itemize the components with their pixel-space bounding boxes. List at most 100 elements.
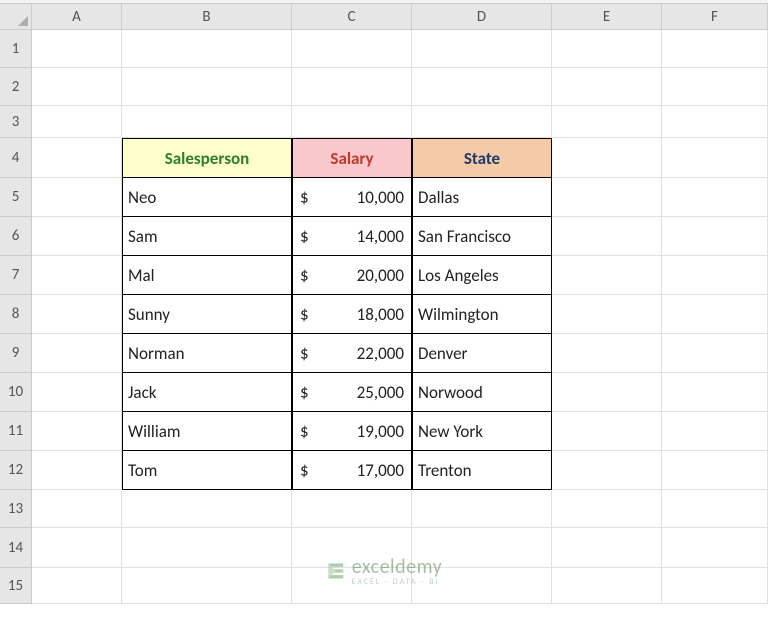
col-header-D[interactable]: D [412, 4, 552, 30]
cell-salary-10[interactable]: $25,000 [292, 373, 412, 412]
cell-F1[interactable] [662, 30, 768, 68]
cell-D14[interactable] [412, 528, 552, 568]
cell-salesperson-10[interactable]: Jack [122, 373, 292, 412]
cell-A13[interactable] [32, 490, 122, 528]
cell-B3[interactable] [122, 106, 292, 138]
cell-salesperson-12[interactable]: Tom [122, 451, 292, 490]
cell-F5[interactable] [662, 178, 768, 217]
cell-A7[interactable] [32, 256, 122, 295]
cell-E14[interactable] [552, 528, 662, 568]
cell-E12[interactable] [552, 451, 662, 490]
row-header-5[interactable]: 5 [0, 178, 32, 217]
row-header-4[interactable]: 4 [0, 138, 32, 178]
cell-state-11[interactable]: New York [412, 412, 552, 451]
cell-salesperson-11[interactable]: William [122, 412, 292, 451]
cell-A3[interactable] [32, 106, 122, 138]
cell-D1[interactable] [412, 30, 552, 68]
cell-D3[interactable] [412, 106, 552, 138]
row-header-11[interactable]: 11 [0, 412, 32, 451]
row-header-8[interactable]: 8 [0, 295, 32, 334]
row-header-7[interactable]: 7 [0, 256, 32, 295]
cell-E1[interactable] [552, 30, 662, 68]
cell-B13[interactable] [122, 490, 292, 528]
col-header-F[interactable]: F [662, 4, 768, 30]
cell-B1[interactable] [122, 30, 292, 68]
col-header-E[interactable]: E [552, 4, 662, 30]
cell-state-7[interactable]: Los Angeles [412, 256, 552, 295]
cell-A11[interactable] [32, 412, 122, 451]
cell-E4[interactable] [552, 138, 662, 178]
cell-C1[interactable] [292, 30, 412, 68]
cell-F12[interactable] [662, 451, 768, 490]
cell-E8[interactable] [552, 295, 662, 334]
cell-C14[interactable] [292, 528, 412, 568]
cell-salesperson-5[interactable]: Neo [122, 178, 292, 217]
cell-F15[interactable] [662, 568, 768, 604]
cell-F14[interactable] [662, 528, 768, 568]
cell-C2[interactable] [292, 68, 412, 106]
cell-E5[interactable] [552, 178, 662, 217]
cell-F7[interactable] [662, 256, 768, 295]
cell-salary-5[interactable]: $10,000 [292, 178, 412, 217]
cell-salary-11[interactable]: $19,000 [292, 412, 412, 451]
row-header-12[interactable]: 12 [0, 451, 32, 490]
cell-salary-7[interactable]: $20,000 [292, 256, 412, 295]
cell-E9[interactable] [552, 334, 662, 373]
row-header-2[interactable]: 2 [0, 68, 32, 106]
cell-state-12[interactable]: Trenton [412, 451, 552, 490]
cell-A2[interactable] [32, 68, 122, 106]
cell-F6[interactable] [662, 217, 768, 256]
col-header-C[interactable]: C [292, 4, 412, 30]
cell-E2[interactable] [552, 68, 662, 106]
cell-A6[interactable] [32, 217, 122, 256]
cell-C3[interactable] [292, 106, 412, 138]
cell-state-6[interactable]: San Francisco [412, 217, 552, 256]
cell-A1[interactable] [32, 30, 122, 68]
row-header-1[interactable]: 1 [0, 30, 32, 68]
table-header-state[interactable]: State [412, 138, 552, 178]
cell-E3[interactable] [552, 106, 662, 138]
cell-salary-8[interactable]: $18,000 [292, 295, 412, 334]
select-all-corner[interactable] [0, 4, 32, 30]
cell-E7[interactable] [552, 256, 662, 295]
table-header-salesperson[interactable]: Salesperson [122, 138, 292, 178]
cell-C15[interactable] [292, 568, 412, 604]
cell-C13[interactable] [292, 490, 412, 528]
row-header-14[interactable]: 14 [0, 528, 32, 568]
cell-F2[interactable] [662, 68, 768, 106]
cell-A15[interactable] [32, 568, 122, 604]
cell-D13[interactable] [412, 490, 552, 528]
col-header-B[interactable]: B [122, 4, 292, 30]
cell-state-5[interactable]: Dallas [412, 178, 552, 217]
cell-B2[interactable] [122, 68, 292, 106]
cell-salesperson-6[interactable]: Sam [122, 217, 292, 256]
cell-F11[interactable] [662, 412, 768, 451]
cell-F4[interactable] [662, 138, 768, 178]
cell-E13[interactable] [552, 490, 662, 528]
cell-salary-9[interactable]: $22,000 [292, 334, 412, 373]
cell-A8[interactable] [32, 295, 122, 334]
cell-A14[interactable] [32, 528, 122, 568]
row-header-6[interactable]: 6 [0, 217, 32, 256]
cell-salary-12[interactable]: $17,000 [292, 451, 412, 490]
row-header-10[interactable]: 10 [0, 373, 32, 412]
cell-B14[interactable] [122, 528, 292, 568]
row-header-9[interactable]: 9 [0, 334, 32, 373]
cell-A12[interactable] [32, 451, 122, 490]
cell-F13[interactable] [662, 490, 768, 528]
cell-A9[interactable] [32, 334, 122, 373]
cell-state-9[interactable]: Denver [412, 334, 552, 373]
cell-A5[interactable] [32, 178, 122, 217]
cell-A10[interactable] [32, 373, 122, 412]
cell-salesperson-8[interactable]: Sunny [122, 295, 292, 334]
cell-salesperson-9[interactable]: Norman [122, 334, 292, 373]
cell-salary-6[interactable]: $14,000 [292, 217, 412, 256]
cell-state-8[interactable]: Wilmington [412, 295, 552, 334]
cell-F10[interactable] [662, 373, 768, 412]
row-header-15[interactable]: 15 [0, 568, 32, 604]
cell-A4[interactable] [32, 138, 122, 178]
cell-E15[interactable] [552, 568, 662, 604]
cell-F9[interactable] [662, 334, 768, 373]
cell-F8[interactable] [662, 295, 768, 334]
cell-E6[interactable] [552, 217, 662, 256]
